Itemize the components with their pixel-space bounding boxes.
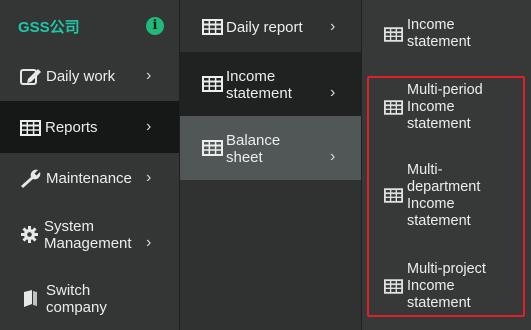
menu-item-system-management[interactable]: System Management ›: [0, 203, 179, 266]
table-icon: [202, 140, 223, 156]
submenu-item-income-statement[interactable]: Income statement ›: [180, 52, 361, 116]
menu-item-daily-work[interactable]: Daily work ›: [0, 52, 179, 101]
reports-submenu: Daily report › Income statement › Balanc…: [180, 0, 361, 330]
edit-icon: [20, 69, 41, 85]
company-header: GSS公司 i: [0, 0, 179, 52]
chevron-right-icon: ›: [146, 118, 152, 135]
chevron-right-icon: ›: [146, 169, 152, 186]
submenu-item-balance-sheet[interactable]: Balance sheet ›: [180, 116, 361, 180]
chevron-right-icon: ›: [330, 148, 336, 165]
submenu-item-label: Balance sheet: [226, 132, 281, 166]
company-name: GSS公司: [18, 19, 80, 36]
submenu-item-label: Income statement: [407, 17, 471, 50]
menu-item-maintenance[interactable]: Maintenance ›: [0, 153, 179, 203]
gear-icon: [21, 226, 38, 243]
submenu-item-label: Income statement: [226, 68, 292, 102]
table-icon: [202, 19, 223, 35]
submenu-item-label: Daily report: [226, 19, 303, 36]
menu-item-switch-company[interactable]: Switch company: [0, 266, 179, 330]
highlight-box: [367, 76, 525, 317]
chevron-right-icon: ›: [330, 18, 336, 35]
menu-item-label: Reports: [45, 119, 98, 136]
wrench-icon: [21, 169, 41, 188]
table-icon: [384, 27, 403, 42]
submenu-item-income-statement-leaf[interactable]: Income statement: [362, 8, 531, 66]
menu-item-label: System Management: [44, 218, 132, 252]
info-icon[interactable]: i: [146, 17, 164, 35]
menu-item-label: Maintenance: [46, 170, 132, 187]
menu-item-reports[interactable]: Reports ›: [0, 101, 179, 153]
chevron-right-icon: ›: [146, 234, 152, 251]
book-icon: [24, 290, 37, 307]
submenu-item-daily-report[interactable]: Daily report ›: [180, 0, 361, 52]
menu-item-label: Daily work: [46, 68, 116, 85]
main-menu: GSS公司 i Daily work › Reports › Maintenan…: [0, 0, 179, 330]
menu-item-label: Switch company: [46, 282, 107, 316]
table-icon: [20, 120, 41, 136]
chevron-right-icon: ›: [330, 84, 336, 101]
table-icon: [202, 76, 223, 92]
chevron-right-icon: ›: [146, 67, 152, 84]
